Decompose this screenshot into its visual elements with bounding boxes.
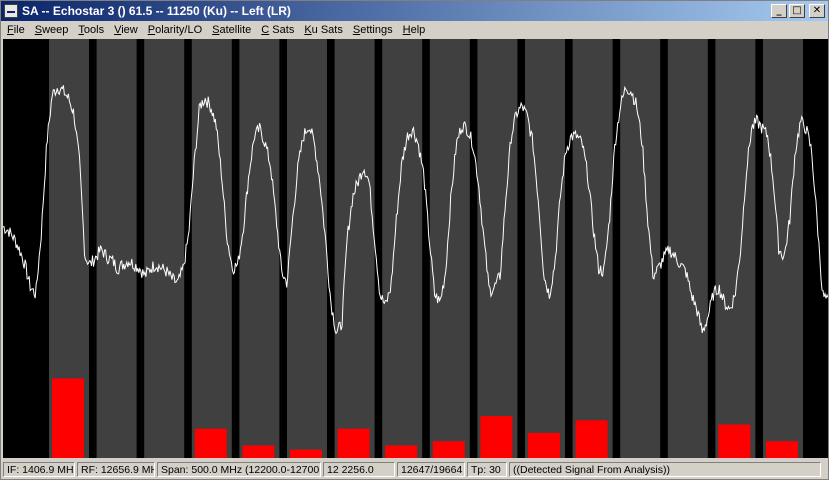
app-icon (4, 4, 18, 18)
signal-level-bar (480, 416, 513, 458)
menu-satellite[interactable]: Satellite (207, 24, 256, 36)
status-symbol-rate: 12 2256.0 (323, 462, 395, 477)
signal-level-bar (432, 441, 465, 458)
menu-polarity-lo[interactable]: Polarity/LO (143, 24, 207, 36)
signal-level-bar (766, 441, 798, 458)
menu-ku-sats[interactable]: Ku Sats (299, 24, 348, 36)
close-button[interactable]: ✕ (809, 4, 825, 18)
window-controls: _ □ ✕ (771, 4, 825, 18)
menu-settings[interactable]: Settings (348, 24, 398, 36)
spectrum-plot[interactable] (3, 39, 828, 458)
menu-view[interactable]: View (109, 24, 143, 36)
spectrum-chart (3, 39, 828, 458)
signal-level-bar (385, 445, 418, 458)
menu-bar: File Sweep Tools View Polarity/LO Satell… (1, 21, 828, 38)
transponder-band (667, 39, 708, 458)
transponder-band (96, 39, 137, 458)
signal-level-bar (242, 445, 275, 458)
signal-level-bar (528, 432, 560, 458)
transponder-band (382, 39, 423, 458)
transponder-band (287, 39, 327, 458)
spectrum-analyzer-window: SA -- Echostar 3 () 61.5 -- 11250 (Ku) -… (0, 0, 829, 480)
status-rf-frequency: RF: 12656.9 MHz (77, 462, 155, 477)
transponder-band (620, 39, 661, 458)
window-title: SA -- Echostar 3 () 61.5 -- 11250 (Ku) -… (22, 4, 291, 18)
minimize-button[interactable]: _ (771, 4, 787, 18)
status-bar: IF: 1406.9 MHz RF: 12656.9 MHz Span: 500… (1, 460, 828, 479)
menu-help[interactable]: Help (398, 24, 431, 36)
signal-level-bar (337, 428, 370, 458)
menu-c-sats[interactable]: C Sats (256, 24, 299, 36)
transponder-band (239, 39, 280, 458)
signal-level-bar (718, 424, 751, 458)
signal-level-bar (575, 420, 608, 458)
status-sample-count: 12647/19664 (397, 462, 465, 477)
menu-sweep[interactable]: Sweep (30, 24, 74, 36)
status-if-frequency: IF: 1406.9 MHz (3, 462, 75, 477)
signal-level-bar (52, 378, 84, 458)
transponder-band (477, 39, 518, 458)
status-span: Span: 500.0 MHz (12200.0-12700.0) (157, 462, 321, 477)
status-transponder: Tp: 30 (467, 462, 507, 477)
signal-level-bar (194, 428, 227, 458)
transponder-band (763, 39, 803, 458)
transponder-band (715, 39, 756, 458)
menu-file[interactable]: File (1, 24, 30, 36)
title-bar[interactable]: SA -- Echostar 3 () 61.5 -- 11250 (Ku) -… (1, 1, 828, 21)
transponder-band (191, 39, 232, 458)
transponder-band (144, 39, 185, 458)
maximize-button[interactable]: □ (789, 4, 805, 18)
transponder-band (334, 39, 375, 458)
transponder-band (429, 39, 470, 458)
transponder-band (525, 39, 565, 458)
signal-level-bar (290, 449, 322, 458)
menu-tools[interactable]: Tools (73, 24, 109, 36)
status-detection-message: ((Detected Signal From Analysis)) (509, 462, 821, 477)
